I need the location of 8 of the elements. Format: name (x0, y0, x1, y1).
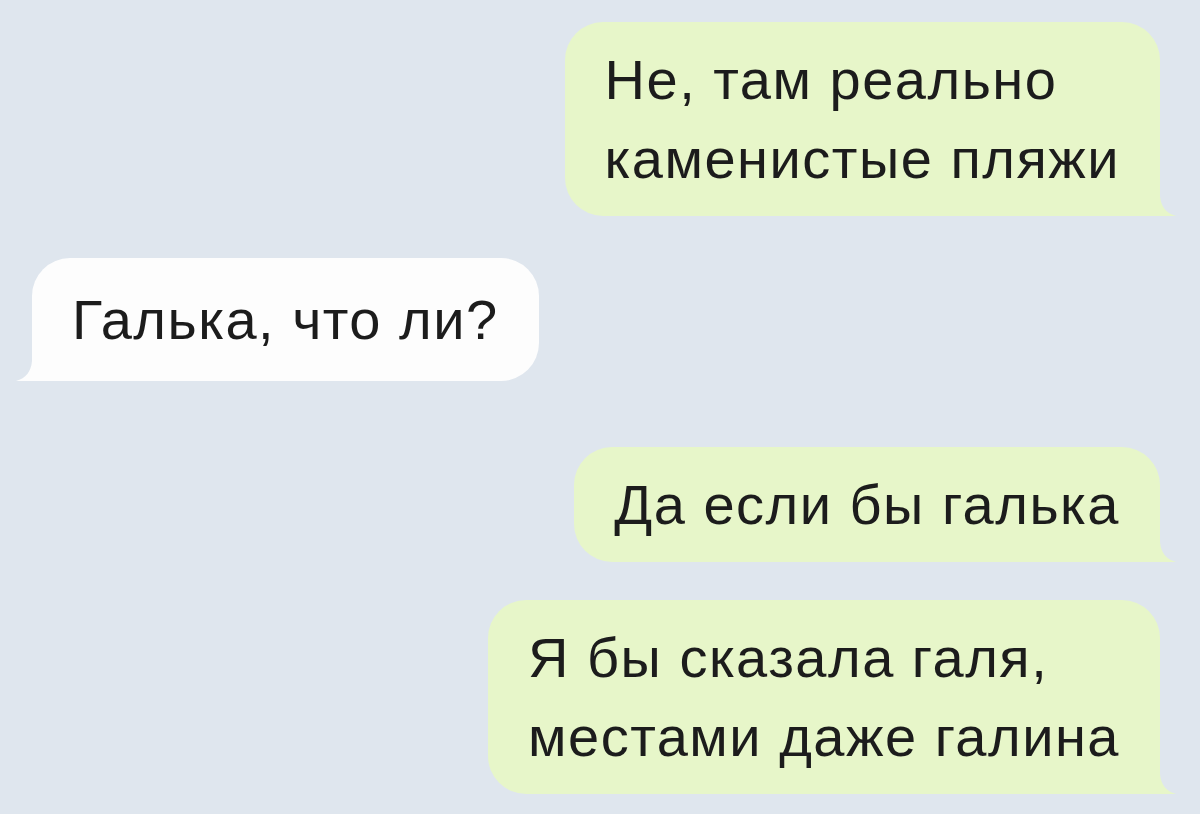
incoming-message: Галька, что ли? (32, 258, 539, 381)
bubble-tail-icon (1160, 774, 1176, 794)
outgoing-message: Да если бы галька (574, 447, 1160, 562)
bubble-tail-icon (1160, 542, 1176, 562)
bubble-tail-icon (1160, 196, 1176, 216)
outgoing-message: Не, там реально каменистые пляжи (564, 22, 1160, 216)
outgoing-message: Я бы сказала галя, местами даже галина (488, 600, 1160, 794)
bubble-tail-icon (16, 361, 32, 381)
